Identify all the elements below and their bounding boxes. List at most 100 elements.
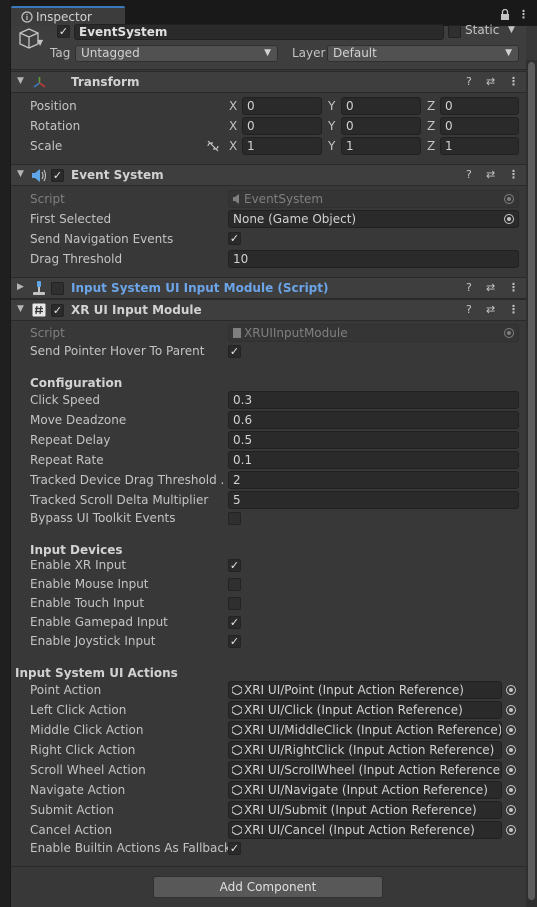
object-picker-icon[interactable]	[506, 765, 516, 775]
action-reference-field[interactable]: XRI UI/RightClick (Input Action Referenc…	[228, 741, 502, 759]
input-action-icon	[232, 825, 242, 835]
layer-label: Layer	[292, 46, 326, 60]
drag-threshold-input[interactable]: 2	[228, 471, 519, 489]
object-picker-icon[interactable]	[506, 745, 516, 755]
add-component-button[interactable]: Add Component	[153, 876, 383, 898]
object-picker-icon[interactable]	[506, 705, 516, 715]
help-icon[interactable]: ?	[466, 75, 472, 88]
foldout-arrow-icon[interactable]: ▶	[17, 282, 24, 292]
scale-x-input[interactable]: 1	[242, 137, 322, 155]
action-reference-field[interactable]: XRI UI/MiddleClick (Input Action Referen…	[228, 721, 502, 739]
click-speed-input[interactable]: 0.3	[228, 391, 519, 409]
position-z-input[interactable]: 0	[440, 97, 519, 115]
script-label: Script	[30, 192, 65, 206]
send-navigation-checkbox[interactable]: ✓	[228, 232, 241, 245]
xr-module-header[interactable]: ▼ ✓ XR UI Input Module ? ⇄ ⋮	[11, 299, 526, 321]
object-picker-icon[interactable]	[506, 725, 516, 735]
transform-header[interactable]: ▼ Transform ? ⇄ ⋮	[11, 71, 526, 93]
tag-value: Untagged	[81, 46, 140, 60]
object-picker-button[interactable]	[501, 681, 519, 699]
preset-icon[interactable]: ⇄	[486, 281, 495, 294]
object-picker-button[interactable]	[501, 721, 519, 739]
icon-dropdown-icon[interactable]: ▼	[37, 38, 43, 47]
object-picker-icon[interactable]	[506, 805, 516, 815]
gameobject-name-input[interactable]: EventSystem	[74, 24, 444, 40]
joystick-input-checkbox[interactable]: ✓	[228, 635, 241, 648]
first-selected-value: None (Game Object)	[233, 212, 357, 226]
configuration-header: Configuration	[30, 376, 123, 390]
action-value: XRI UI/MiddleClick (Input Action Referen…	[244, 723, 502, 737]
lock-icon[interactable]	[500, 8, 510, 23]
object-picker-button[interactable]	[501, 781, 519, 799]
component-enabled-checkbox[interactable]: ✓	[51, 304, 64, 317]
gameobject-active-checkbox[interactable]: ✓	[57, 25, 70, 38]
help-icon[interactable]: ?	[466, 303, 472, 316]
event-system-header[interactable]: ▼ ✓ Event System ? ⇄ ⋮	[11, 164, 526, 186]
action-reference-field[interactable]: XRI UI/ScrollWheel (Input Action Referen…	[228, 761, 502, 779]
script-file-icon	[233, 194, 239, 204]
preset-icon[interactable]: ⇄	[486, 303, 495, 316]
object-picker-button[interactable]	[501, 821, 519, 839]
kebab-menu-icon[interactable]: ⋮	[508, 281, 519, 294]
repeat-rate-input[interactable]: 0.1	[228, 451, 519, 469]
move-deadzone-input[interactable]: 0.6	[228, 411, 519, 429]
scale-y-input[interactable]: 1	[341, 137, 421, 155]
axis-y-label: Y	[328, 99, 336, 113]
xr-input-checkbox[interactable]: ✓	[228, 559, 241, 572]
help-icon[interactable]: ?	[466, 281, 472, 294]
scroll-multiplier-input[interactable]: 5	[228, 491, 519, 509]
action-reference-field[interactable]: XRI UI/Submit (Input Action Reference)	[228, 801, 502, 819]
static-checkbox[interactable]	[448, 25, 461, 38]
kebab-menu-icon[interactable]: ⋮	[508, 168, 519, 181]
object-picker-icon[interactable]	[506, 685, 516, 695]
kebab-menu-icon[interactable]: ⋮	[518, 8, 529, 21]
object-picker-button[interactable]	[501, 701, 519, 719]
mouse-input-checkbox[interactable]	[228, 578, 241, 591]
object-picker-button[interactable]	[501, 741, 519, 759]
object-picker-icon	[504, 328, 514, 338]
action-reference-field[interactable]: XRI UI/Navigate (Input Action Reference)	[228, 781, 502, 799]
object-picker-icon[interactable]	[504, 214, 514, 224]
tag-dropdown[interactable]: Untagged ▼	[75, 45, 278, 62]
first-selected-field[interactable]: None (Game Object)	[228, 210, 519, 228]
action-reference-field[interactable]: XRI UI/Cancel (Input Action Reference)	[228, 821, 502, 839]
bypass-checkbox[interactable]	[228, 512, 241, 525]
first-selected-label: First Selected	[30, 212, 112, 226]
preset-icon[interactable]: ⇄	[486, 75, 495, 88]
foldout-arrow-icon[interactable]: ▼	[17, 76, 24, 86]
foldout-arrow-icon[interactable]: ▼	[17, 169, 24, 179]
kebab-menu-icon[interactable]: ⋮	[508, 303, 519, 316]
action-value: XRI UI/Click (Input Action Reference)	[244, 703, 463, 717]
constrain-proportions-icon[interactable]	[206, 140, 220, 152]
rotation-z-input[interactable]: 0	[440, 117, 519, 135]
preset-icon[interactable]: ⇄	[486, 168, 495, 181]
scrollbar-thumb[interactable]	[528, 62, 535, 900]
hover-parent-checkbox[interactable]: ✓	[228, 345, 241, 358]
object-picker-button[interactable]	[501, 801, 519, 819]
left-dock-strip	[0, 0, 11, 907]
position-y-input[interactable]: 0	[341, 97, 421, 115]
kebab-menu-icon[interactable]: ⋮	[508, 75, 519, 88]
rotation-y-input[interactable]: 0	[341, 117, 421, 135]
object-picker-button[interactable]	[501, 761, 519, 779]
input-system-module-header[interactable]: ▶ Input System UI Input Module (Script) …	[11, 277, 526, 299]
scale-z-input[interactable]: 1	[440, 137, 519, 155]
action-reference-field[interactable]: XRI UI/Click (Input Action Reference)	[228, 701, 502, 719]
layer-dropdown[interactable]: Default ▼	[327, 45, 519, 62]
position-x-input[interactable]: 0	[242, 97, 322, 115]
action-label: Left Click Action	[30, 703, 127, 717]
static-dropdown-icon[interactable]: ▼	[508, 25, 515, 35]
gamepad-input-checkbox[interactable]: ✓	[228, 616, 241, 629]
repeat-delay-input[interactable]: 0.5	[228, 431, 519, 449]
object-picker-icon[interactable]	[506, 785, 516, 795]
rotation-x-input[interactable]: 0	[242, 117, 322, 135]
help-icon[interactable]: ?	[466, 168, 472, 181]
object-picker-icon[interactable]	[506, 825, 516, 835]
drag-threshold-input[interactable]: 10	[228, 250, 519, 268]
action-reference-field[interactable]: XRI UI/Point (Input Action Reference)	[228, 681, 502, 699]
fallback-checkbox[interactable]: ✓	[228, 842, 241, 855]
touch-input-checkbox[interactable]	[228, 597, 241, 610]
component-enabled-checkbox[interactable]: ✓	[51, 169, 64, 182]
component-enabled-checkbox[interactable]	[51, 282, 64, 295]
foldout-arrow-icon[interactable]: ▼	[17, 304, 24, 314]
